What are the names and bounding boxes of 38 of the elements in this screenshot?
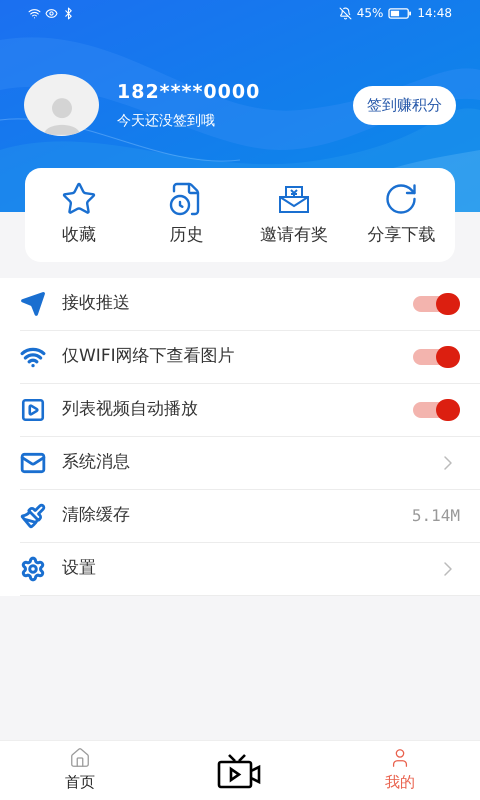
phone-number: 182****0000	[117, 80, 262, 106]
brush-icon	[20, 503, 46, 529]
checkin-button[interactable]: 签到赚积分	[353, 86, 456, 124]
paper-plane-icon	[20, 291, 46, 317]
shortcut-button[interactable]: 收藏	[25, 181, 132, 249]
shortcut-button[interactable]: 邀请有奖	[240, 181, 348, 249]
checkin-status: 今天还没签到哦	[117, 112, 216, 131]
cache-size: 5.14M	[412, 505, 460, 527]
wifi-icon	[28, 6, 41, 20]
settings-label: 接收推送	[62, 292, 131, 316]
battery-percent: 45%	[356, 5, 384, 22]
settings-row[interactable]: 仅WIFI网络下查看图片	[20, 331, 480, 384]
shortcut-button[interactable]: 分享下载	[348, 181, 455, 249]
tv-play-icon	[217, 752, 263, 788]
settings-label: 仅WIFI网络下查看图片	[62, 345, 236, 368]
bluetooth-icon	[62, 6, 75, 20]
eye-icon	[45, 6, 58, 20]
video-icon	[20, 397, 46, 423]
bell-off-icon	[338, 6, 352, 20]
tab-button[interactable]: 首页	[0, 741, 160, 800]
settings-row[interactable]: 系统消息	[20, 437, 480, 490]
toggle-switch[interactable]	[413, 402, 460, 418]
settings-label: 清除缓存	[62, 504, 131, 528]
home-icon	[69, 747, 91, 770]
settings-row[interactable]: 设置	[20, 543, 480, 596]
shortcut-button[interactable]: 历史	[132, 181, 240, 249]
toggle-switch[interactable]	[413, 296, 460, 312]
settings-row[interactable]: 清除缓存 5.14M	[20, 490, 480, 543]
toggle-switch[interactable]	[413, 349, 460, 365]
battery-icon	[388, 8, 412, 18]
settings-label: 设置	[62, 557, 97, 580]
mail-icon	[20, 450, 46, 476]
settings-label: 列表视频自动播放	[62, 398, 199, 422]
settings-label: 系统消息	[62, 451, 131, 474]
clock: 14:48	[417, 5, 452, 22]
settings-row[interactable]: 接收推送	[20, 278, 480, 331]
settings-row[interactable]: 列表视频自动播放	[20, 384, 480, 437]
settings-icon	[20, 556, 46, 582]
